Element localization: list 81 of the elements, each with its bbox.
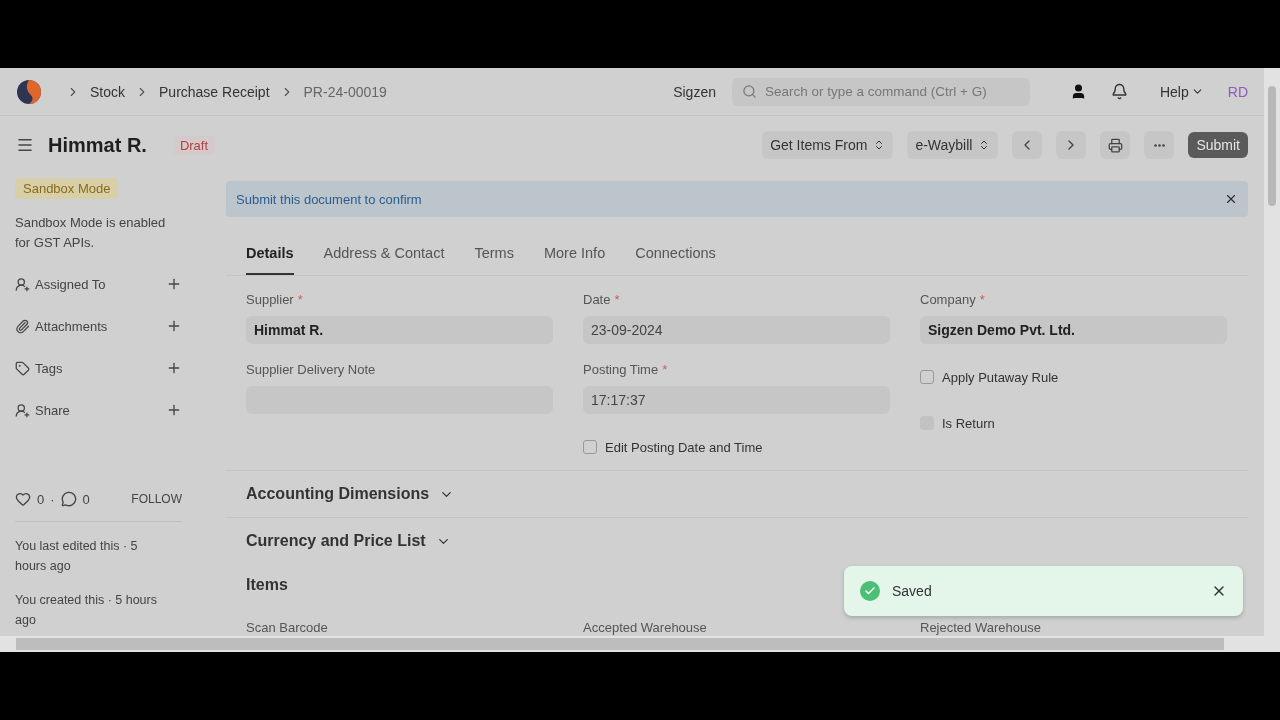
input-field[interactable]: Himmat R.	[246, 316, 553, 344]
sidebar-label: Share	[35, 402, 71, 418]
print-button[interactable]	[1100, 131, 1131, 159]
close-button[interactable]	[1224, 192, 1238, 206]
activity-text: You created this · 5 hours ago	[15, 592, 158, 629]
separator: ·	[50, 491, 55, 507]
plus-icon	[166, 318, 182, 334]
field-label: Supplier Delivery Note	[246, 362, 376, 377]
tab[interactable]: Details	[246, 227, 294, 275]
tab[interactable]: Terms	[474, 227, 514, 275]
breadcrumb-link[interactable]: Purchase Receipt	[159, 83, 270, 100]
scrollbar-thumb[interactable]	[1268, 86, 1276, 206]
field-label: Posting Time	[583, 362, 659, 377]
dropdown-button[interactable]: Get Items From	[762, 131, 894, 159]
dropdown-button[interactable]: e-Waybill	[907, 131, 999, 159]
tab[interactable]: Connections	[635, 227, 716, 275]
heart-icon[interactable]	[15, 491, 31, 507]
paperclip-icon	[15, 318, 30, 334]
help-menu[interactable]: Help	[1153, 82, 1210, 101]
field-label: Accepted Warehouse	[583, 620, 708, 635]
input-field[interactable]: 17:17:37	[583, 386, 890, 414]
field-label: Scan Barcode	[246, 620, 329, 635]
checkbox-label: Apply Putaway Rule	[942, 369, 1059, 385]
user-plus-icon	[15, 402, 30, 418]
section-title: Items	[246, 575, 289, 594]
tab[interactable]: More Info	[543, 227, 606, 275]
page-title: Himmat R.	[48, 133, 147, 157]
section-header[interactable]: Accounting Dimensions	[226, 470, 1248, 517]
checkbox[interactable]	[920, 370, 934, 384]
plus-icon	[166, 402, 182, 418]
sidebar-label: Attachments	[35, 318, 109, 334]
tag-icon	[15, 360, 30, 376]
bell-icon[interactable]	[1110, 83, 1128, 100]
section-header[interactable]: Currency and Price List	[226, 517, 1248, 564]
required-mark: *	[979, 292, 985, 307]
checkbox-label: Edit Posting Date and Time	[605, 439, 763, 455]
field-label: Date	[583, 292, 611, 307]
add-button[interactable]	[166, 276, 182, 292]
status-badge: Draft	[172, 135, 216, 155]
logo-icon[interactable]	[16, 78, 42, 105]
alert-text: Submit this document to confirm	[236, 191, 422, 207]
input-field[interactable]: Sigzen Demo Pvt. Ltd.	[920, 316, 1227, 344]
sandbox-note: Sandbox Mode is enabled for GST APIs.	[15, 214, 167, 252]
check-icon	[860, 581, 880, 601]
company-name: Sigzen	[673, 83, 716, 100]
add-button[interactable]	[166, 318, 182, 334]
previous-button[interactable]	[1012, 131, 1043, 159]
follow-button[interactable]: FOLLOW	[131, 492, 182, 506]
required-mark: *	[662, 362, 668, 377]
user-plus-icon	[15, 276, 30, 292]
field-label: Supplier	[246, 292, 294, 307]
required-mark: *	[614, 292, 620, 307]
close-icon	[1224, 192, 1238, 206]
toast-text: Saved	[892, 583, 933, 599]
ellipsis-icon	[1153, 143, 1165, 147]
printer-icon	[1107, 137, 1123, 153]
input-field[interactable]: 23-09-2024	[583, 316, 890, 344]
checkbox-label: Is Return	[942, 415, 995, 431]
search-icon	[741, 84, 757, 99]
field-label: Rejected Warehouse	[920, 620, 1042, 635]
comment-count: 0	[82, 491, 90, 507]
breadcrumb-link[interactable]: PR-24-00019	[303, 83, 387, 100]
plus-icon	[166, 276, 182, 292]
plus-icon	[166, 360, 182, 376]
activity-text: You last edited this · 5 hours ago	[15, 538, 139, 575]
add-button[interactable]	[166, 360, 182, 376]
required-mark: *	[297, 292, 303, 307]
next-button[interactable]	[1056, 131, 1087, 159]
field-label: Company	[920, 292, 976, 307]
submit-button[interactable]: Submit	[1188, 132, 1248, 158]
add-button[interactable]	[166, 402, 182, 418]
comment-icon[interactable]	[60, 491, 77, 507]
menu-icon[interactable]	[16, 136, 34, 154]
sidebar-label: Assigned To	[35, 276, 107, 292]
breadcrumb-link[interactable]: Stock	[90, 83, 125, 100]
sandbox-badge: Sandbox Mode	[15, 178, 119, 199]
checkbox[interactable]	[583, 440, 597, 454]
like-count: 0	[37, 491, 45, 507]
tab[interactable]: Address & Contact	[323, 227, 445, 275]
scrollbar-thumb[interactable]	[16, 638, 1224, 650]
sidebar-label: Tags	[35, 360, 64, 376]
